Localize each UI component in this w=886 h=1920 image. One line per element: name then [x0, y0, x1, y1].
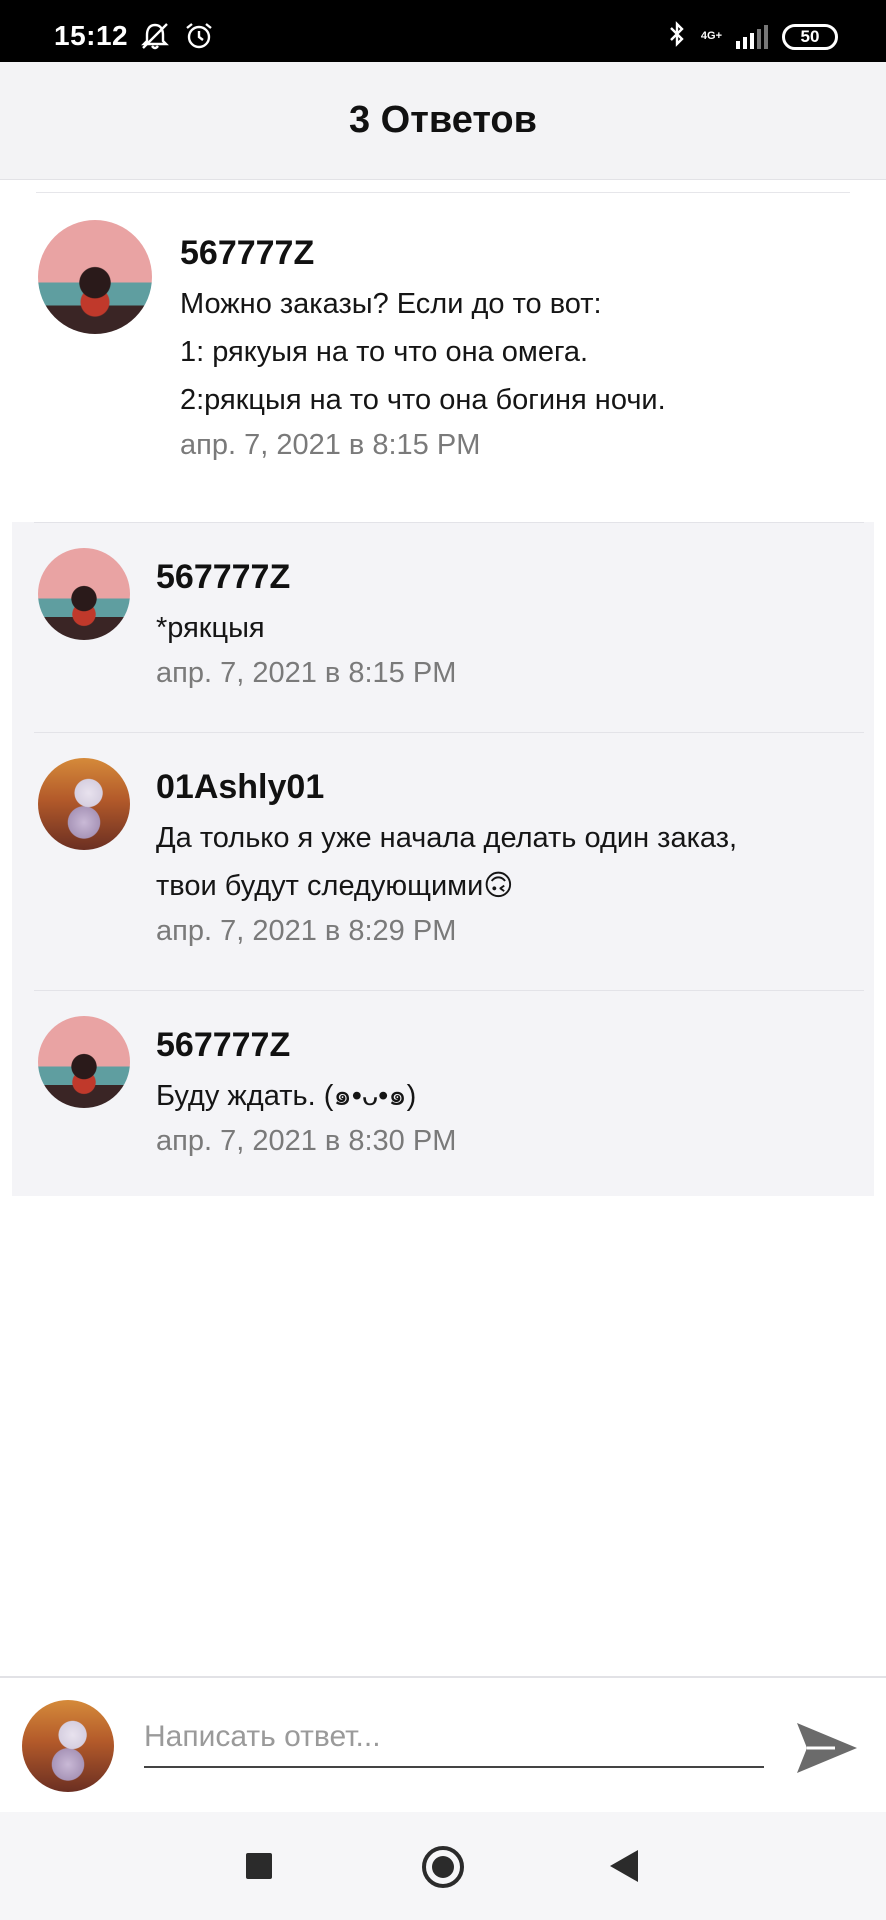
recents-icon[interactable] — [246, 1853, 272, 1879]
avatar[interactable] — [38, 220, 152, 334]
battery-icon: 50 — [782, 23, 838, 50]
reply-username[interactable]: 567777Z — [156, 1024, 456, 1066]
comment-text-line: 2:рякцыя на то что она богиня ночи. — [180, 384, 666, 416]
reply-composer — [0, 1676, 886, 1812]
reply-username[interactable]: 01Ashly01 — [156, 766, 737, 808]
status-bar: 15:12 4G+ 50 — [0, 0, 886, 62]
replies-list: 567777Z *рякцыя апр. 7, 2021 в 8:15 PM 0… — [12, 522, 874, 1196]
send-button[interactable] — [792, 1716, 862, 1780]
avatar[interactable] — [38, 758, 130, 850]
divider — [36, 192, 850, 193]
send-icon — [797, 1723, 857, 1773]
back-icon[interactable] — [610, 1850, 638, 1882]
status-time: 15:12 — [54, 20, 129, 51]
bell-off-icon — [140, 22, 170, 55]
reply-timestamp: апр. 7, 2021 в 8:30 PM — [156, 1125, 457, 1157]
reply-item[interactable]: 01Ashly01 Да только я уже начала делать … — [12, 732, 874, 990]
reply-input[interactable] — [144, 1708, 764, 1768]
avatar[interactable] — [38, 548, 130, 640]
reply-text-line: *рякцыя — [156, 612, 265, 644]
comment-text-line: Можно заказы? Если до то вот: — [180, 288, 602, 320]
status-right-icons: 4G+ 50 — [667, 20, 838, 53]
comment-text-line: 1: рякуыя на то что она омега. — [180, 336, 589, 368]
reply-body: 567777Z Буду ждать. (๑•ᴗ•๑) апр. 7, 2021… — [156, 1024, 456, 1162]
comment-timestamp: апр. 7, 2021 в 8:15 PM — [180, 429, 481, 461]
status-left-icons — [140, 22, 214, 55]
network-label: 4G+ — [700, 30, 722, 42]
reply-text-line: твои будут следующими🙃 — [156, 870, 514, 902]
reply-item[interactable]: 567777Z Буду ждать. (๑•ᴗ•๑) апр. 7, 2021… — [12, 990, 874, 1196]
avatar[interactable] — [38, 1016, 130, 1108]
comment-body: 567777Z Можно заказы? Если до то вот: 1:… — [180, 232, 666, 466]
system-nav-bar — [0, 1812, 886, 1920]
main-comment[interactable]: 567777Z Можно заказы? Если до то вот: 1:… — [0, 220, 886, 520]
reply-item[interactable]: 567777Z *рякцыя апр. 7, 2021 в 8:15 PM — [12, 522, 874, 732]
reply-username[interactable]: 567777Z — [156, 556, 456, 598]
reply-text-line: Буду ждать. (๑•ᴗ•๑) — [156, 1080, 417, 1112]
header: 3 Ответов — [0, 62, 886, 180]
reply-timestamp: апр. 7, 2021 в 8:15 PM — [156, 657, 457, 689]
reply-body: 567777Z *рякцыя апр. 7, 2021 в 8:15 PM — [156, 556, 456, 694]
home-icon[interactable] — [422, 1846, 464, 1888]
reply-body: 01Ashly01 Да только я уже начала делать … — [156, 766, 737, 952]
avatar — [22, 1700, 114, 1792]
page-title: 3 Ответов — [348, 99, 538, 141]
comment-username[interactable]: 567777Z — [180, 232, 666, 274]
signal-icon — [736, 24, 768, 49]
bluetooth-icon — [667, 20, 687, 53]
alarm-icon — [184, 22, 214, 55]
reply-text-line: Да только я уже начала делать один заказ… — [156, 822, 738, 854]
reply-timestamp: апр. 7, 2021 в 8:29 PM — [156, 915, 457, 947]
